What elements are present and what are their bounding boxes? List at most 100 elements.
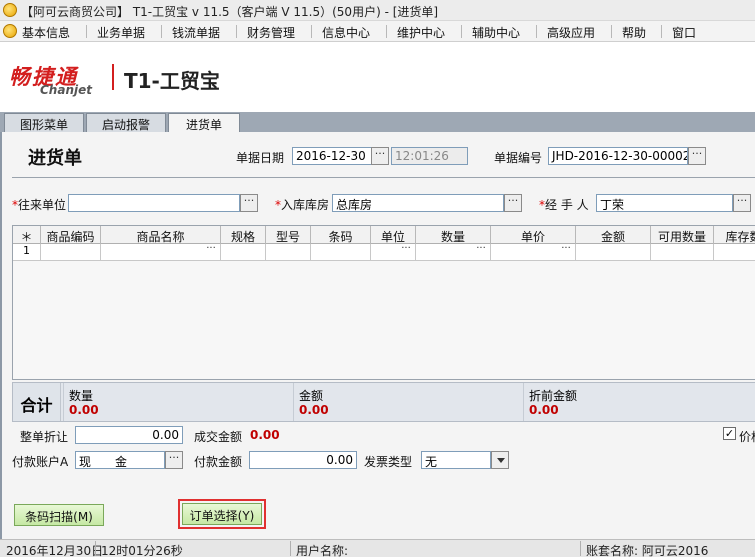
grid-col-model[interactable]: 型号 bbox=[266, 226, 311, 244]
status-user-label: 用户名称: bbox=[296, 544, 349, 557]
pay-account-field[interactable]: 现 金 bbox=[75, 451, 165, 469]
partner-label: *往来单位 bbox=[12, 198, 67, 212]
product-name: T1-工贸宝 bbox=[124, 69, 220, 93]
grid-col-name[interactable]: 商品名称 bbox=[101, 226, 221, 244]
cell-stock bbox=[714, 244, 755, 261]
page-title: 进货单 bbox=[28, 148, 82, 169]
menu-basic-info[interactable]: 基本信息 bbox=[22, 24, 70, 41]
status-bar: 2016年12月30日 12时01分26秒 用户名称: 账套名称: 阿可云201… bbox=[0, 539, 755, 557]
discount-label: 整单折让 bbox=[20, 430, 69, 444]
menu-separator bbox=[461, 25, 462, 38]
menu-separator bbox=[86, 25, 87, 38]
cell-model[interactable] bbox=[266, 244, 311, 261]
price-checkbox[interactable]: ✓ bbox=[723, 427, 736, 440]
totals-pre-discount-value: 0.00 bbox=[529, 403, 559, 417]
grid-col-code[interactable]: 商品编码 bbox=[41, 226, 101, 244]
menu-bar: 基本信息 业务单据 钱流单据 财务管理 信息中心 维护中心 辅助中心 高级应用 … bbox=[0, 21, 755, 42]
menu-separator bbox=[661, 25, 662, 38]
menu-maintenance[interactable]: 维护中心 bbox=[397, 24, 445, 41]
cell-lookup-button[interactable]: ··· bbox=[473, 244, 489, 259]
menu-info-center[interactable]: 信息中心 bbox=[322, 24, 370, 41]
partner-lookup-button[interactable]: ··· bbox=[240, 194, 258, 212]
grid-col-barcode[interactable]: 条码 bbox=[311, 226, 371, 244]
menu-auxiliary[interactable]: 辅助中心 bbox=[472, 24, 520, 41]
menu-separator bbox=[161, 25, 162, 38]
grid-header: ＊ 商品编码 商品名称 规格 型号 条码 单位 数量 单价 金额 可用数量 库存… bbox=[13, 226, 755, 244]
totals-amount: 金额 0.00 bbox=[293, 383, 523, 421]
handler-lookup-button[interactable]: ··· bbox=[733, 194, 751, 212]
grid-col-amount[interactable]: 金额 bbox=[576, 226, 651, 244]
order-select-button[interactable]: 订单选择(Y) bbox=[182, 503, 262, 525]
totals-pre-discount: 折前金额 0.00 bbox=[523, 383, 753, 421]
cell-lookup-button[interactable]: ··· bbox=[203, 244, 219, 259]
cell-lookup-button[interactable]: ··· bbox=[558, 244, 574, 259]
totals-label: 合计 bbox=[13, 383, 61, 421]
doc-number-label: 单据编号 bbox=[494, 151, 543, 165]
grid-col-spec[interactable]: 规格 bbox=[221, 226, 266, 244]
chevron-down-icon[interactable] bbox=[491, 451, 509, 469]
grid-col-unit[interactable]: 单位 bbox=[371, 226, 416, 244]
pay-amount-field[interactable]: 0.00 bbox=[249, 451, 357, 469]
barcode-scan-button[interactable]: 条码扫描(M) bbox=[14, 504, 104, 526]
menu-separator bbox=[236, 25, 237, 38]
menu-help[interactable]: 帮助 bbox=[622, 24, 646, 41]
discount-field[interactable]: 0.00 bbox=[75, 426, 183, 444]
price-checkbox-label: 价格 bbox=[739, 430, 755, 444]
menu-window[interactable]: 窗口 bbox=[672, 24, 696, 41]
cell-qty[interactable]: ··· bbox=[416, 244, 491, 261]
handler-field[interactable]: 丁荣 bbox=[596, 194, 733, 212]
cell-lookup-button[interactable]: ··· bbox=[398, 244, 414, 259]
totals-qty-value: 0.00 bbox=[69, 403, 99, 417]
brand-banner: 畅捷通 Chanjet T1-工贸宝 bbox=[0, 42, 755, 112]
totals-pre-discount-label: 折前金额 bbox=[529, 389, 578, 403]
date-picker-button[interactable]: ··· bbox=[371, 147, 389, 165]
cell-available bbox=[651, 244, 714, 261]
grid-col-stock[interactable]: 库存数 bbox=[714, 226, 755, 244]
cell-unit[interactable]: ··· bbox=[371, 244, 416, 261]
menu-business-docs[interactable]: 业务单据 bbox=[97, 24, 145, 41]
doc-number-field[interactable]: JHD-2016-12-30-00002 bbox=[548, 147, 688, 165]
menu-separator bbox=[611, 25, 612, 38]
doc-date-label: 单据日期 bbox=[236, 151, 285, 165]
invoice-type-select[interactable]: 无 bbox=[421, 451, 491, 469]
menu-logo-icon[interactable] bbox=[3, 24, 17, 38]
pay-account-lookup-button[interactable]: ··· bbox=[165, 451, 183, 469]
grid-col-available[interactable]: 可用数量 bbox=[651, 226, 714, 244]
totals-qty: 数量 0.00 bbox=[63, 383, 293, 421]
grid-col-qty[interactable]: 数量 bbox=[416, 226, 491, 244]
cell-name[interactable]: ··· bbox=[101, 244, 221, 261]
menu-cashflow-docs[interactable]: 钱流单据 bbox=[172, 24, 220, 41]
deal-amount-value: 0.00 bbox=[250, 428, 280, 442]
menu-finance[interactable]: 财务管理 bbox=[247, 24, 295, 41]
totals-qty-label: 数量 bbox=[69, 389, 94, 403]
cell-price[interactable]: ··· bbox=[491, 244, 576, 261]
warehouse-lookup-button[interactable]: ··· bbox=[504, 194, 522, 212]
tab-purchase-receipt[interactable]: 进货单 bbox=[168, 113, 240, 133]
purchase-form: 进货单 单据日期 2016-12-30 ··· 12:01:26 单据编号 JH… bbox=[0, 132, 755, 539]
grid-col-marker: ＊ bbox=[13, 226, 41, 244]
handler-label: *经 手 人 bbox=[539, 198, 589, 212]
row-index: 1 bbox=[13, 244, 41, 261]
app-logo-icon bbox=[3, 3, 17, 17]
cell-code[interactable] bbox=[41, 244, 101, 261]
warehouse-field[interactable]: 总库房 bbox=[332, 194, 504, 212]
doc-date-field[interactable]: 2016-12-30 bbox=[292, 147, 372, 165]
cell-spec[interactable] bbox=[221, 244, 266, 261]
cell-barcode[interactable] bbox=[311, 244, 371, 261]
status-date: 2016年12月30日 bbox=[6, 544, 104, 557]
menu-separator bbox=[311, 25, 312, 38]
brand-divider bbox=[112, 64, 114, 90]
partner-field[interactable] bbox=[68, 194, 240, 212]
status-separator bbox=[290, 541, 291, 556]
tab-startup-alert[interactable]: 启动报警 bbox=[86, 113, 166, 132]
menu-separator bbox=[536, 25, 537, 38]
grid-col-price[interactable]: 单价 bbox=[491, 226, 576, 244]
invoice-type-label: 发票类型 bbox=[364, 455, 413, 469]
cell-amount[interactable] bbox=[576, 244, 651, 261]
doc-number-button[interactable]: ··· bbox=[688, 147, 706, 165]
tab-graphic-menu[interactable]: 图形菜单 bbox=[4, 113, 84, 132]
table-row[interactable]: 1 ··· ··· ··· ··· bbox=[13, 244, 755, 261]
menu-advanced[interactable]: 高级应用 bbox=[547, 24, 595, 41]
tab-strip: 图形菜单 启动报警 进货单 bbox=[0, 112, 755, 133]
totals-amount-label: 金额 bbox=[299, 389, 324, 403]
